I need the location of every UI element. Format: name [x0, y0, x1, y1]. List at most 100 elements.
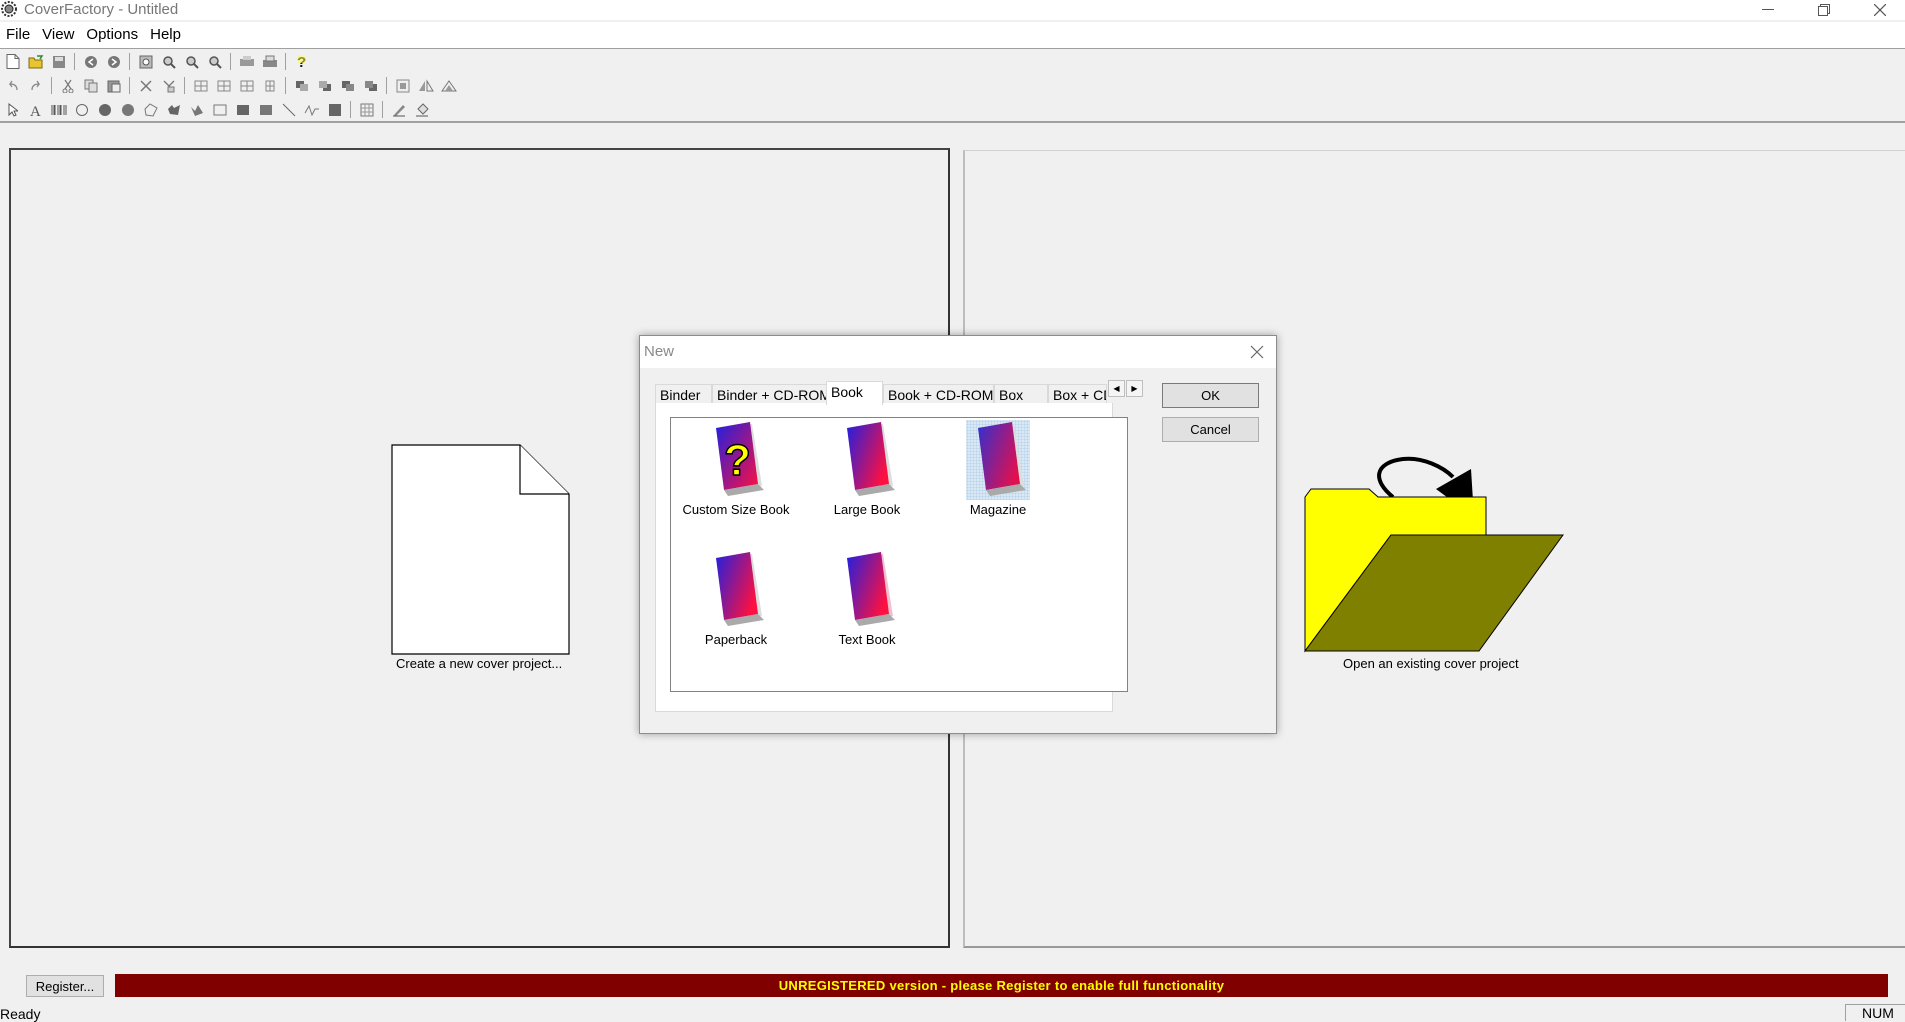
menu-options[interactable]: Options — [80, 22, 144, 48]
forward-button[interactable] — [103, 52, 124, 71]
status-text: Ready — [0, 1006, 41, 1022]
list-item-paperback[interactable]: Paperback — [671, 548, 801, 658]
svg-text:?: ? — [724, 436, 751, 485]
magnifier-icon — [162, 55, 176, 69]
zoom-out-button[interactable] — [181, 52, 202, 71]
tab-box[interactable]: Box — [994, 384, 1048, 404]
text-tool-button[interactable]: A — [25, 100, 46, 119]
close-window-button[interactable] — [1852, 0, 1905, 20]
rectangle-filled-icon — [259, 104, 272, 115]
title-bar: CoverFactory - Untitled — [0, 0, 1905, 20]
help-question-icon: ? — [297, 54, 306, 69]
polygon-tool-button[interactable] — [140, 100, 161, 119]
toolbar-separator — [74, 53, 75, 70]
circle-filled-icon — [98, 103, 111, 116]
open-button[interactable] — [25, 52, 46, 71]
restore-button[interactable] — [1796, 0, 1852, 20]
filled-ellipse-tool-button[interactable] — [94, 100, 115, 119]
create-new-caption: Create a new cover project... — [396, 656, 563, 671]
tab-scroll-right-button[interactable]: ▶ — [1126, 380, 1143, 397]
print-button[interactable] — [259, 52, 280, 71]
zoom-in-button[interactable] — [158, 52, 179, 71]
properties-button[interactable] — [158, 76, 179, 95]
toolbar-separator — [285, 53, 286, 70]
bring-front-button[interactable] — [291, 76, 312, 95]
zoom-fit-button[interactable] — [204, 52, 225, 71]
flip-vertical-button[interactable] — [438, 76, 459, 95]
help-button[interactable]: ? — [291, 52, 312, 71]
fill-color-button[interactable] — [411, 100, 432, 119]
align-center-button[interactable] — [213, 76, 234, 95]
list-item-custom-size-book[interactable]: ? Custom Size Book — [671, 418, 801, 528]
flip-horizontal-button[interactable] — [415, 76, 436, 95]
filled-polygon-tool-button[interactable] — [163, 100, 184, 119]
print-preview-button[interactable] — [236, 52, 257, 71]
grid-button[interactable] — [356, 100, 377, 119]
shaded-polygon-tool-button[interactable] — [186, 100, 207, 119]
tab-box-cd[interactable]: Box + CD — [1048, 384, 1107, 404]
register-button[interactable]: Register... — [26, 975, 104, 997]
tab-binder[interactable]: Binder — [655, 384, 712, 404]
shaded-ellipse-tool-button[interactable] — [117, 100, 138, 119]
delete-button[interactable] — [135, 76, 156, 95]
undo-button[interactable] — [2, 76, 23, 95]
list-item-large-book[interactable]: Large Book — [802, 418, 932, 528]
align-middle-button[interactable] — [259, 76, 280, 95]
back-button[interactable] — [80, 52, 101, 71]
redo-icon — [30, 80, 40, 90]
tab-binder-cd-rom[interactable]: Binder + CD-ROM — [712, 384, 828, 404]
tab-book[interactable]: Book — [826, 381, 883, 405]
zoom-page-button[interactable] — [135, 52, 156, 71]
save-button[interactable] — [48, 52, 69, 71]
send-back-button[interactable] — [314, 76, 335, 95]
minimize-button[interactable] — [1740, 0, 1796, 20]
cut-button[interactable] — [57, 76, 78, 95]
redo-button[interactable] — [25, 76, 46, 95]
align-left-button[interactable] — [190, 76, 211, 95]
zoom-page-icon — [139, 55, 152, 68]
dialog-close-icon[interactable] — [1250, 345, 1264, 359]
list-item-magazine[interactable]: Magazine — [933, 418, 1063, 528]
ok-button[interactable]: OK — [1162, 383, 1259, 408]
menu-file[interactable]: File — [0, 22, 36, 48]
menu-help[interactable]: Help — [144, 22, 187, 48]
delete-x-icon — [139, 79, 152, 92]
backward-one-button[interactable] — [360, 76, 381, 95]
filled-rectangle-tool-button[interactable] — [232, 100, 253, 119]
menu-view[interactable]: View — [36, 22, 80, 48]
rectangle-tool-button[interactable] — [209, 100, 230, 119]
image-icon — [328, 103, 341, 116]
page-setup-button[interactable] — [392, 76, 413, 95]
template-list[interactable]: ? Custom Size Book Large Book Magazine P… — [670, 417, 1128, 692]
left-arrow-icon: ◀ — [1113, 384, 1120, 393]
polygon-filled-icon — [167, 104, 180, 115]
align-right-button[interactable] — [236, 76, 257, 95]
shaded-rectangle-tool-button[interactable] — [255, 100, 276, 119]
tab-scroll-left-button[interactable]: ◀ — [1108, 380, 1125, 397]
rectangle-filled-icon — [236, 104, 249, 115]
tab-page-book: ? Custom Size Book Large Book Magazine P… — [655, 403, 1128, 712]
list-item-text-book[interactable]: Text Book — [802, 548, 932, 658]
open-folder-icon — [28, 54, 43, 68]
cancel-button[interactable]: Cancel — [1162, 417, 1259, 442]
large-book-icon — [847, 422, 895, 496]
select-tool-button[interactable] — [2, 100, 23, 119]
copy-button[interactable] — [80, 76, 101, 95]
tab-book-cd-rom[interactable]: Book + CD-ROM — [883, 384, 994, 404]
restore-icon — [1818, 4, 1830, 16]
open-folder-arrow-icon — [1304, 456, 1564, 653]
barcode-tool-button[interactable] — [48, 100, 69, 119]
unregistered-banner: UNREGISTERED version - please Register t… — [115, 974, 1888, 997]
freehand-tool-button[interactable] — [301, 100, 322, 119]
new-button[interactable] — [2, 52, 23, 71]
image-tool-button[interactable] — [324, 100, 345, 119]
ellipse-tool-button[interactable] — [71, 100, 92, 119]
forward-one-button[interactable] — [337, 76, 358, 95]
toolbar-separator — [129, 77, 130, 94]
layers-icon — [341, 80, 354, 91]
pen-color-button[interactable] — [388, 100, 409, 119]
hand-icon — [239, 55, 254, 66]
paste-button[interactable] — [103, 76, 124, 95]
tab-strip: Binder Binder + CD-ROM Book Book + CD-RO… — [655, 380, 1143, 405]
line-tool-button[interactable] — [278, 100, 299, 119]
